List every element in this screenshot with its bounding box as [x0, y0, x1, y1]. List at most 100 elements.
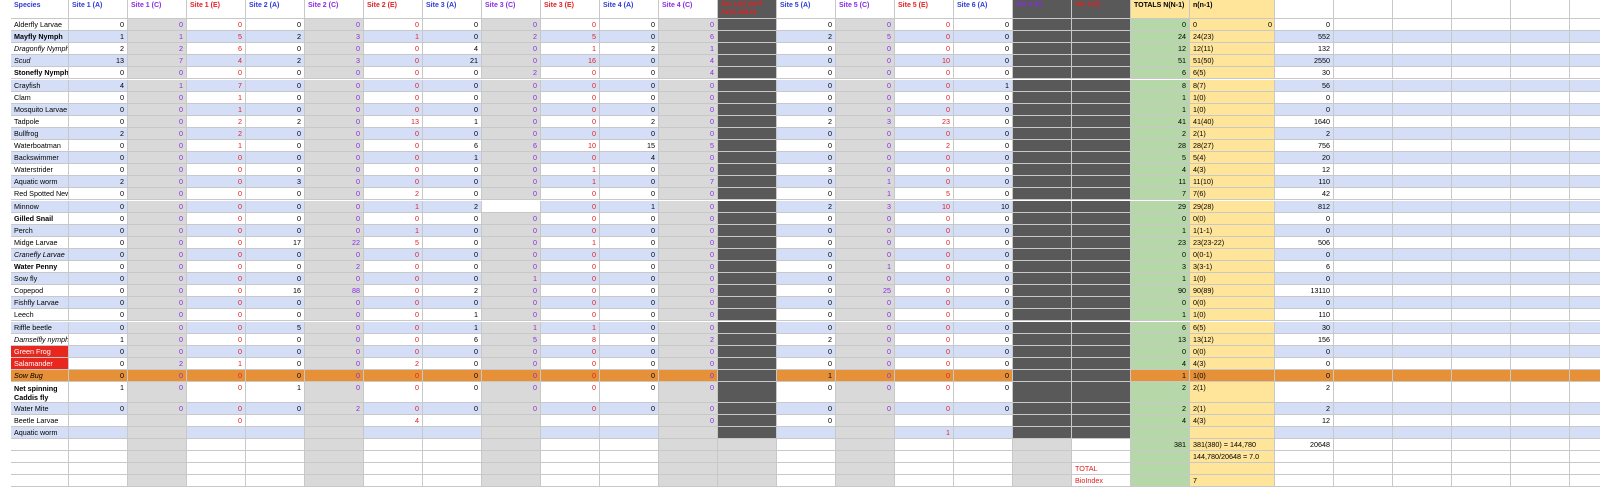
sheet-cell[interactable]: 25	[836, 285, 895, 298]
sheet-cell[interactable]: 0	[777, 382, 836, 403]
sheet-cell[interactable]	[1013, 475, 1072, 488]
sheet-cell[interactable]: 0	[600, 212, 659, 225]
sheet-cell[interactable]	[1511, 188, 1570, 201]
sheet-cell[interactable]	[1393, 402, 1452, 415]
species-name[interactable]	[11, 475, 69, 488]
sheet-cell[interactable]	[1131, 463, 1190, 476]
sheet-cell[interactable]: 0	[364, 19, 423, 32]
sheet-cell[interactable]: 0	[836, 127, 895, 140]
sheet-cell[interactable]: 10	[895, 200, 954, 213]
sheet-cell[interactable]: 4	[1131, 414, 1190, 427]
sheet-cell[interactable]: 2	[1275, 402, 1334, 415]
sheet-cell[interactable]	[1452, 357, 1511, 370]
sheet-cell[interactable]	[1013, 285, 1072, 298]
sheet-cell[interactable]	[718, 31, 777, 44]
sheet-cell[interactable]	[1393, 140, 1452, 153]
sheet-cell[interactable]	[1072, 309, 1131, 322]
sheet-cell[interactable]	[1013, 200, 1072, 213]
sheet-cell[interactable]	[1393, 164, 1452, 177]
sheet-cell[interactable]	[423, 438, 482, 451]
sheet-cell[interactable]	[1072, 176, 1131, 189]
sheet-cell[interactable]: 0	[541, 345, 600, 358]
sheet-cell[interactable]: 51	[1131, 55, 1190, 68]
sheet-cell[interactable]: 0	[777, 297, 836, 310]
sheet-cell[interactable]: 0	[777, 67, 836, 80]
sheet-cell[interactable]: TOTAL	[1072, 463, 1131, 476]
sheet-cell[interactable]: 6	[482, 140, 541, 153]
sheet-cell[interactable]: 0	[600, 402, 659, 415]
sheet-cell[interactable]: 0	[1275, 248, 1334, 261]
sheet-cell[interactable]	[1452, 176, 1511, 189]
sheet-cell[interactable]: 0	[541, 79, 600, 92]
sheet-cell[interactable]: 0	[69, 236, 128, 249]
sheet-cell[interactable]: 0	[69, 321, 128, 334]
sheet-cell[interactable]	[1452, 297, 1511, 310]
sheet-cell[interactable]: 0	[659, 309, 718, 322]
sheet-cell[interactable]: 0	[364, 176, 423, 189]
sheet-cell[interactable]: 0	[836, 212, 895, 225]
sheet-cell[interactable]	[1334, 369, 1393, 382]
sheet-cell[interactable]	[718, 67, 777, 80]
sheet-cell[interactable]: 0	[128, 67, 187, 80]
sheet-cell[interactable]: 0	[69, 19, 128, 32]
sheet-cell[interactable]	[423, 426, 482, 439]
sheet-cell[interactable]: 0	[659, 103, 718, 116]
sheet-cell[interactable]: 0	[246, 309, 305, 322]
sheet-cell[interactable]	[600, 451, 659, 464]
sheet-cell[interactable]: 0	[659, 91, 718, 104]
sheet-cell[interactable]: 0	[895, 236, 954, 249]
sheet-cell[interactable]	[1334, 297, 1393, 310]
sheet-cell[interactable]: 0	[246, 140, 305, 153]
sheet-cell[interactable]: 20648	[1275, 438, 1334, 451]
sheet-cell[interactable]: 0	[246, 79, 305, 92]
sheet-cell[interactable]	[718, 188, 777, 201]
sheet-cell[interactable]	[1393, 273, 1452, 286]
sheet-cell[interactable]	[1570, 140, 1600, 153]
sheet-cell[interactable]	[718, 103, 777, 116]
sheet-cell[interactable]	[1013, 79, 1072, 92]
sheet-cell[interactable]: 0	[659, 164, 718, 177]
sheet-cell[interactable]: 0	[305, 19, 364, 32]
sheet-cell[interactable]: 0	[659, 152, 718, 165]
sheet-cell[interactable]	[1570, 463, 1600, 476]
sheet-cell[interactable]: 381	[1131, 438, 1190, 451]
sheet-cell[interactable]: 0	[836, 79, 895, 92]
sheet-cell[interactable]	[1072, 79, 1131, 92]
sheet-cell[interactable]: 0	[187, 67, 246, 80]
sheet-cell[interactable]: 0	[836, 152, 895, 165]
sheet-cell[interactable]: 0	[659, 297, 718, 310]
sheet-cell[interactable]: 0	[482, 188, 541, 201]
sheet-cell[interactable]: 0	[659, 261, 718, 274]
sheet-cell[interactable]: 0	[836, 91, 895, 104]
sheet-cell[interactable]	[718, 475, 777, 488]
sheet-cell[interactable]: 16	[246, 285, 305, 298]
sheet-cell[interactable]: 0	[305, 140, 364, 153]
sheet-cell[interactable]: 0	[836, 164, 895, 177]
sheet-cell[interactable]: 0	[187, 382, 246, 403]
sheet-cell[interactable]: 6	[423, 140, 482, 153]
sheet-cell[interactable]	[777, 475, 836, 488]
sheet-cell[interactable]	[718, 309, 777, 322]
sheet-cell[interactable]: 0	[895, 309, 954, 322]
sheet-cell[interactable]: 0	[1131, 297, 1190, 310]
sheet-cell[interactable]: 0	[541, 127, 600, 140]
sheet-cell[interactable]: 0(0)	[1190, 297, 1275, 310]
sheet-cell[interactable]: 0	[364, 402, 423, 415]
sheet-cell[interactable]: 0	[423, 369, 482, 382]
sheet-cell[interactable]: 0	[364, 321, 423, 334]
sheet-cell[interactable]: 7	[1131, 188, 1190, 201]
sheet-cell[interactable]: 0	[895, 152, 954, 165]
sheet-cell[interactable]: 5	[1131, 152, 1190, 165]
sheet-cell[interactable]: 2	[246, 55, 305, 68]
sheet-cell[interactable]: 6(5)	[1190, 321, 1275, 334]
species-name[interactable]: Crayfish	[11, 79, 69, 92]
sheet-cell[interactable]	[1334, 79, 1393, 92]
sheet-cell[interactable]: 0	[659, 224, 718, 237]
sheet-cell[interactable]	[1393, 333, 1452, 346]
sheet-cell[interactable]: 0	[659, 273, 718, 286]
sheet-cell[interactable]: 0	[128, 224, 187, 237]
sheet-cell[interactable]	[1570, 369, 1600, 382]
column-header[interactable]: Site 3 (E)	[541, 0, 600, 19]
sheet-cell[interactable]: 0	[482, 297, 541, 310]
sheet-cell[interactable]: 0	[364, 382, 423, 403]
